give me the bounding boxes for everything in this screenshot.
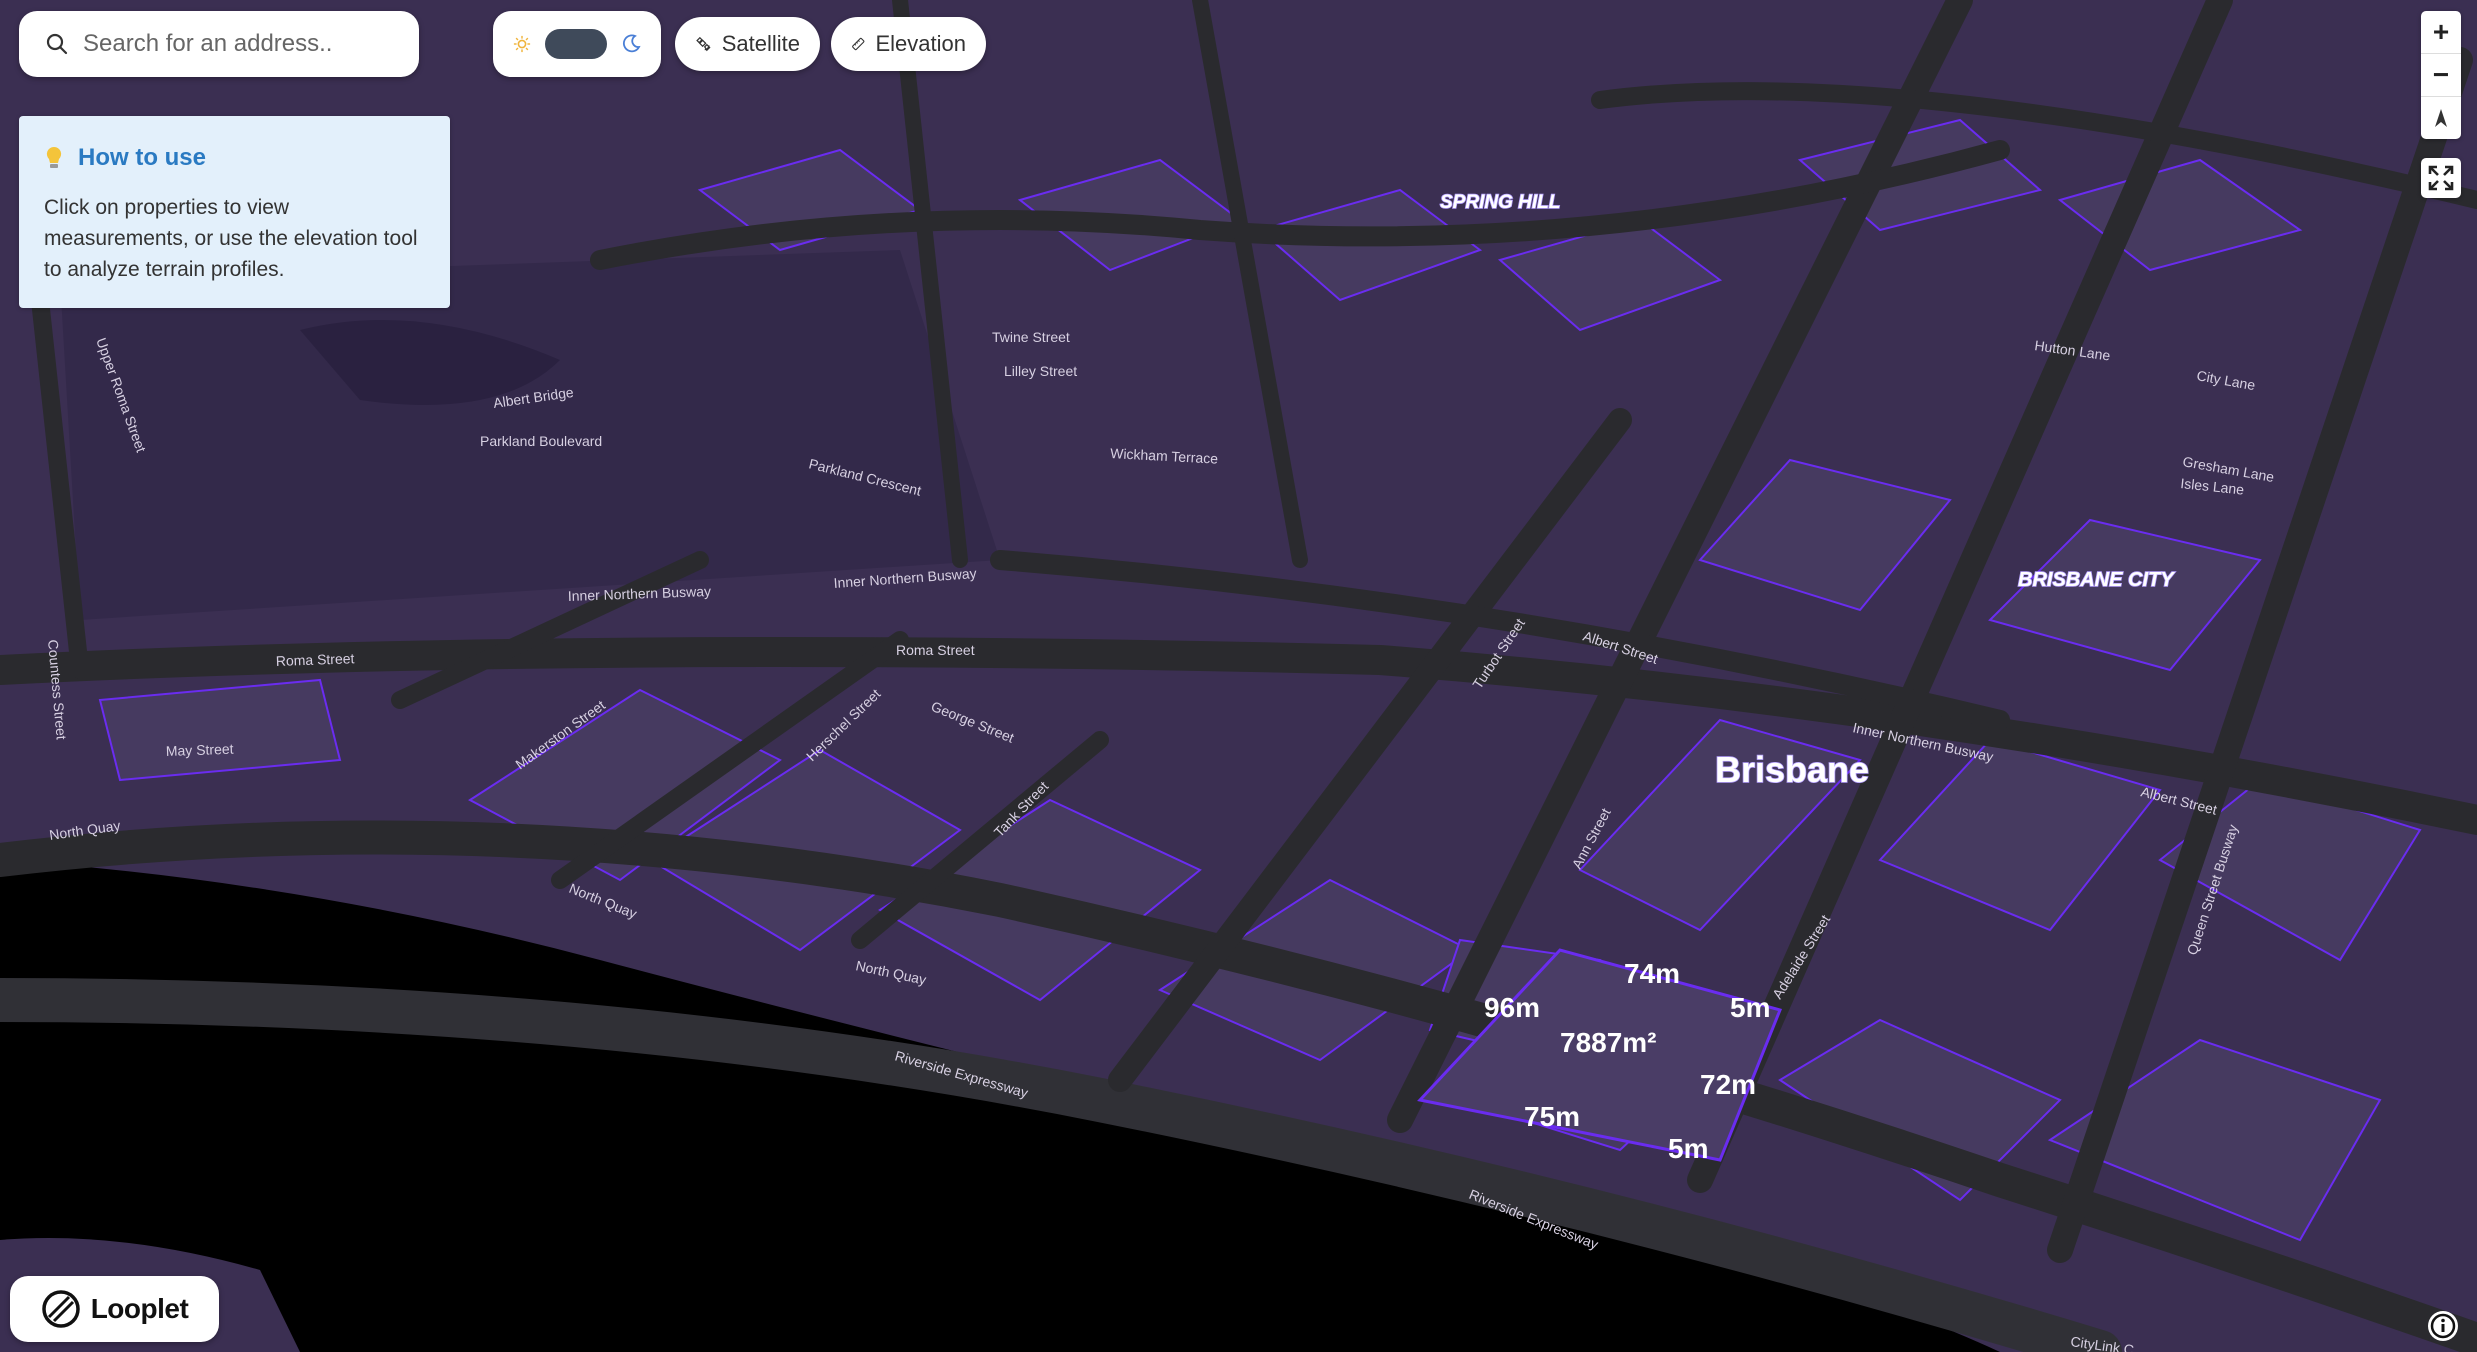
edge-length-label: 5m — [1668, 1133, 1708, 1164]
fullscreen-button[interactable] — [2421, 158, 2461, 198]
city-label-brisbane: Brisbane — [1715, 749, 1869, 790]
suburb-label-spring-hill: SPRING HILL — [1440, 192, 1560, 213]
zoom-controls: + − — [2421, 11, 2461, 139]
brand-logo[interactable]: Looplet — [10, 1276, 219, 1342]
sun-icon — [513, 35, 531, 53]
street-label: Twine Street — [992, 329, 1070, 345]
looplet-logo-icon — [41, 1290, 80, 1328]
edge-length-label: 72m — [1700, 1069, 1756, 1100]
search-bar[interactable] — [19, 11, 419, 77]
street-label: May Street — [166, 741, 234, 759]
elevation-button[interactable]: Elevation — [831, 17, 986, 71]
satellite-label: Satellite — [721, 31, 800, 56]
search-input[interactable] — [81, 29, 405, 59]
satellite-icon — [696, 36, 711, 52]
suburb-label-brisbane-city: BRISBANE CITY — [2018, 569, 2175, 591]
elevation-label: Elevation — [875, 31, 966, 56]
edge-length-label: 96m — [1484, 992, 1540, 1023]
lightbulb-icon — [46, 146, 62, 168]
street-label: Lilley Street — [1004, 363, 1077, 379]
satellite-button[interactable]: Satellite — [675, 17, 820, 71]
zoom-out-button[interactable]: − — [2421, 54, 2461, 97]
theme-toggle[interactable] — [493, 11, 661, 77]
minus-icon: − — [2432, 59, 2450, 90]
how-to-use-header: How to use — [44, 144, 425, 172]
how-to-use-panel: How to use Click on properties to view m… — [19, 116, 450, 308]
street-label: Parkland Boulevard — [480, 433, 602, 449]
compass-icon — [2435, 109, 2447, 127]
search-icon — [46, 33, 68, 55]
moon-icon — [622, 34, 641, 53]
edge-length-label: 5m — [1730, 992, 1770, 1023]
info-icon — [2430, 1313, 2456, 1339]
brand-name: Looplet — [90, 1293, 189, 1324]
edge-length-label: 74m — [1624, 958, 1680, 989]
fullscreen-icon — [2428, 165, 2454, 191]
street-label: Roma Street — [896, 642, 975, 658]
zoom-in-button[interactable]: + — [2421, 11, 2461, 54]
how-to-use-title: How to use — [78, 144, 207, 171]
parcel-area-label: 7887m² — [1560, 1027, 1657, 1058]
plus-icon: + — [2432, 16, 2450, 47]
theme-switch[interactable] — [545, 29, 607, 59]
attribution-info-button[interactable] — [2428, 1311, 2458, 1341]
ruler-icon — [852, 37, 865, 51]
how-to-use-body: Click on properties to view measurements… — [44, 196, 418, 281]
edge-length-label: 75m — [1524, 1101, 1580, 1132]
compass-button[interactable] — [2421, 97, 2461, 139]
street-label: Roma Street — [276, 650, 355, 669]
